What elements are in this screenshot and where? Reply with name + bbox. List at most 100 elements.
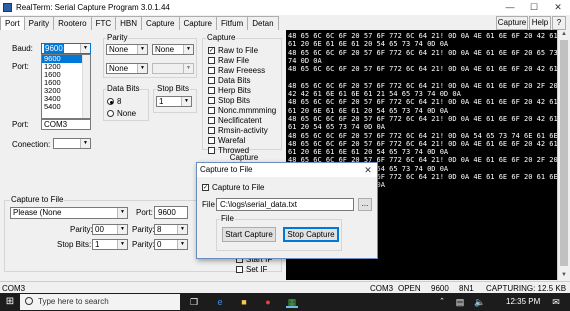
ctf-parity3-select[interactable]: 0 ▼ <box>154 239 188 250</box>
tab-capture[interactable]: Capture <box>141 16 180 30</box>
terminal-scrollbar[interactable]: ▲ ▼ <box>557 30 570 280</box>
stop-bits-select[interactable]: 1 ▼ <box>156 96 192 107</box>
tab-parity[interactable]: Parity <box>23 16 55 30</box>
task-view-icon[interactable]: ❐ <box>188 296 200 308</box>
capture-option-checkbox[interactable]: Rmsin-activity <box>208 125 282 135</box>
parity-select-4[interactable]: ▼ <box>152 63 194 74</box>
file-explorer-icon[interactable]: ■ <box>238 296 250 308</box>
capture-option-label: Neclificatent <box>218 115 262 125</box>
ctf-parity2-select[interactable]: 8 ▼ <box>154 224 188 235</box>
chevron-down-icon[interactable]: ▼ <box>117 240 127 249</box>
capture-option-label: Raw to File <box>218 45 259 55</box>
capture-option-checkbox[interactable]: Raw File <box>208 55 282 65</box>
capture-option-label: Raw File <box>218 55 250 65</box>
parity-select-1[interactable]: None ▼ <box>106 44 148 55</box>
capture-option-checkbox[interactable]: Data Bits <box>208 75 282 85</box>
chevron-down-icon[interactable]: ▼ <box>137 64 147 73</box>
ctf-stop-bits-select[interactable]: 1 ▼ <box>92 239 128 250</box>
status-bar: COM3 COM3 OPEN 9600 8N1 CAPTURING: 12.5 … <box>0 281 570 293</box>
edge-icon[interactable]: e <box>214 296 226 308</box>
tab-fitfum[interactable]: Fitfum <box>215 16 249 30</box>
baud-dropdown-list[interactable]: 9600 1200 1600 1600 3200 3400 5400 <box>41 54 91 119</box>
scroll-up-icon[interactable]: ▲ <box>558 30 570 39</box>
volume-icon[interactable]: 🔈 <box>474 296 486 308</box>
checkbox-icon <box>208 56 215 64</box>
chevron-down-icon[interactable]: ▼ <box>177 240 187 249</box>
chevron-down-icon[interactable]: ▼ <box>181 97 191 106</box>
app-icon <box>3 3 12 12</box>
clock-time[interactable]: 12:35 PM <box>506 297 540 307</box>
taskbar-search-input[interactable]: Type here to search <box>20 294 180 310</box>
scrollbar-thumb[interactable] <box>560 40 568 266</box>
capture-option-label: Data Bits <box>218 75 251 85</box>
connection-select[interactable]: ▼ <box>53 138 91 149</box>
maximize-icon[interactable]: ☐ <box>522 0 546 15</box>
capture-option-label: Herp Bits <box>218 85 251 95</box>
list-scrollbar[interactable] <box>82 55 90 118</box>
stop-bits-label: Stop Bits <box>156 84 191 93</box>
chevron-down-icon[interactable]: ▼ <box>80 139 90 148</box>
question-button[interactable]: ? <box>552 16 566 30</box>
chevron-down-icon[interactable]: ▼ <box>80 44 90 53</box>
capture-option-checkbox[interactable]: Neclificatent <box>208 115 282 125</box>
baud-select[interactable]: 9600 ▼ <box>41 43 91 54</box>
chevron-up-icon[interactable]: ⌃ <box>436 296 448 308</box>
scroll-down-icon[interactable]: ▼ <box>558 271 570 280</box>
title-bar: RealTerm: Serial Capture Program 3.0.1.4… <box>0 0 570 15</box>
help-button[interactable]: Help <box>529 16 551 30</box>
stop-capture-button[interactable]: Stop Capture <box>283 227 339 242</box>
radio-icon <box>107 98 114 105</box>
data-bits-label: Data Bits <box>106 84 141 93</box>
ctf-parity3-label: Parity: <box>132 240 155 249</box>
capture-top-button[interactable]: Capture <box>496 16 528 30</box>
tab-hbn[interactable]: HBN <box>115 16 143 30</box>
tab-ftc[interactable]: FTC <box>90 16 117 30</box>
capture-option-checkbox[interactable]: ✓ Raw to File <box>208 45 282 55</box>
data-bits-8-radio[interactable]: 8 <box>107 97 121 106</box>
chrome-icon[interactable]: ● <box>262 296 274 308</box>
parity-select-2[interactable]: None ▼ <box>152 44 194 55</box>
realterm-taskbar-icon[interactable]: ▦ <box>286 296 298 308</box>
terminal-line: 61 20 54 65 73 74 0D 0A <box>288 123 385 132</box>
start-capture-button[interactable]: Start Capture <box>222 227 276 242</box>
tab-bar: Port Parity Rootero FTC HBN Capture Capt… <box>0 16 285 30</box>
terminal-line: 48 65 6C 6C 6F 20 57 6F 772 6C 64 21! 0D… <box>288 98 558 107</box>
chevron-down-icon[interactable]: ▼ <box>117 225 127 234</box>
ctf-parity-select[interactable]: 00 ▼ <box>92 224 128 235</box>
close-icon[interactable]: ✕ <box>546 0 570 15</box>
chevron-down-icon[interactable]: ▼ <box>117 208 127 218</box>
close-icon[interactable]: ✕ <box>361 163 375 177</box>
capture-option-checkbox[interactable]: Stop Bits <box>208 95 282 105</box>
terminal-line: 48 65 6C 6C 6F 20 57 6F 772 6C 64 21! 0D… <box>288 114 558 123</box>
chevron-down-icon[interactable]: ▼ <box>183 64 193 73</box>
chevron-down-icon[interactable]: ▼ <box>137 45 147 54</box>
parity-select-3[interactable]: None ▼ <box>106 63 148 74</box>
minimize-icon[interactable]: — <box>498 0 522 15</box>
capture-option-checkbox[interactable]: Raw Freeess <box>208 65 282 75</box>
ctf-port-input[interactable]: 9600 <box>154 206 188 219</box>
tab-detan[interactable]: Detan <box>247 16 279 30</box>
dialog-capture-checkbox[interactable]: ✓ Capture to File <box>202 183 264 192</box>
tab-capture-2[interactable]: Capture <box>178 16 217 30</box>
capture-to-file-dialog: Capture to File ✕ ✓ Capture to File File… <box>196 162 378 259</box>
ctf-parity2-label: Parity: <box>132 225 155 234</box>
data-bits-none-radio[interactable]: None <box>107 109 136 118</box>
capture-option-checkbox[interactable]: Herp Bits <box>208 85 282 95</box>
window-title: RealTerm: Serial Capture Program 3.0.1.4… <box>16 3 170 12</box>
capture-option-checkbox[interactable]: Nonc.mmmming <box>208 105 282 115</box>
chevron-down-icon[interactable]: ▼ <box>177 225 187 234</box>
capture-file-select[interactable]: Please (None ▼ <box>10 207 128 219</box>
capture-option-checkbox[interactable]: Warefal <box>208 135 282 145</box>
set-if-checkbox[interactable]: Set IF <box>236 265 267 274</box>
network-icon[interactable]: ▤ <box>454 296 466 308</box>
tab-rootero[interactable]: Rootero <box>53 16 92 30</box>
notification-icon[interactable]: ✉ <box>550 296 562 308</box>
terminal-line: 48 65 6C 6C 6F 20 57 6F 772 6C 64 21! 0D… <box>288 139 558 148</box>
dialog-file-path-input[interactable]: C:\logs\serial_data.txt <box>216 198 354 211</box>
port-select[interactable]: COM3 <box>41 119 91 130</box>
windows-start-icon[interactable]: ⊞ <box>4 296 16 308</box>
chevron-down-icon[interactable]: ▼ <box>183 45 193 54</box>
tab-port[interactable]: Port <box>0 16 25 30</box>
taskbar: ⊞ Type here to search ❐ e ■ ● ▦ ⌃ ▤ 🔈 12… <box>0 293 570 311</box>
browse-button[interactable]: ... <box>358 198 372 211</box>
